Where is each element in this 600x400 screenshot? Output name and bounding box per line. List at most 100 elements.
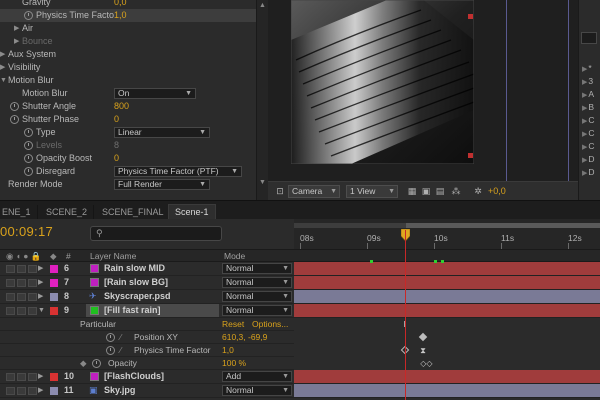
twirl-closed-icon[interactable]: ▶ xyxy=(582,92,587,99)
layer-name-cell[interactable]: [Rain slow BG] xyxy=(86,276,219,289)
property-row[interactable]: ◆ Opacity 100 % ◇◇ xyxy=(0,357,600,370)
stopwatch-icon[interactable] xyxy=(24,167,33,176)
blend-mode-dropdown[interactable]: Normal ▼ xyxy=(222,385,292,396)
property-value[interactable]: 100 % xyxy=(222,357,246,370)
info-panel-item[interactable]: ▶A xyxy=(582,88,600,101)
twirl-closed-icon[interactable]: ▶ xyxy=(38,370,43,383)
twirl-closed-icon[interactable]: ▶ xyxy=(582,66,587,73)
stopwatch-icon[interactable] xyxy=(92,359,101,368)
effect-property-row[interactable]: Shutter Angle 800 xyxy=(0,100,268,113)
effect-property-value[interactable]: 8 xyxy=(114,139,119,152)
lock-toggle[interactable] xyxy=(28,307,37,315)
blend-mode-dropdown[interactable]: Normal ▼ xyxy=(222,263,292,274)
layer-row[interactable]: ▶ 11 ▣ Sky.jpg Normal ▼ xyxy=(0,384,600,398)
twirl-closed-icon[interactable]: ▶ xyxy=(14,22,22,35)
work-area-range[interactable] xyxy=(406,223,600,228)
info-panel-item[interactable]: ▶3 xyxy=(582,75,600,88)
effect-property-row[interactable]: Opacity Boost 0 xyxy=(0,152,268,165)
blend-mode-dropdown[interactable]: Normal ▼ xyxy=(222,277,292,288)
solo-toggle[interactable] xyxy=(17,307,26,315)
keyframe-marker[interactable] xyxy=(418,332,428,342)
solo-toggle[interactable] xyxy=(17,373,26,381)
twirl-open-icon[interactable]: ▼ xyxy=(38,304,45,317)
property-row[interactable]: ⁄ Position XY 610,3, -69,9 xyxy=(0,331,600,344)
effect-property-row[interactable]: Disregard Physics Time Factor (PTF) ▼ xyxy=(0,165,268,178)
layer-label-color[interactable] xyxy=(50,265,58,273)
keyframe-marker[interactable]: ⧗ xyxy=(420,346,426,355)
effect-property-value[interactable]: 1,0 xyxy=(114,9,127,22)
video-toggle[interactable] xyxy=(6,387,15,395)
twirl-closed-icon[interactable]: ▶ xyxy=(38,384,43,397)
number-column-header[interactable]: # xyxy=(66,250,71,262)
layer-name-cell[interactable]: [Fill fast rain] xyxy=(86,304,219,317)
layer-marker[interactable] xyxy=(434,260,437,263)
effect-property-row[interactable]: Render Mode Full Render ▼ xyxy=(0,178,268,191)
twirl-closed-icon[interactable]: ▶ xyxy=(38,276,43,289)
info-panel-item[interactable]: ▶C xyxy=(582,114,600,127)
solo-toggle[interactable] xyxy=(17,293,26,301)
view-layout-dropdown[interactable]: 1 View ▼ xyxy=(346,185,398,198)
layer-duration-bar[interactable] xyxy=(294,276,600,289)
video-toggle[interactable] xyxy=(6,293,15,301)
effect-property-row[interactable]: Gravity 0,0 xyxy=(0,0,268,9)
layer-name-cell[interactable]: ✈ Skyscraper.psd xyxy=(86,290,219,303)
effect-property-dropdown[interactable]: On ▼ xyxy=(114,88,196,99)
layer-name-column-header[interactable]: Layer Name xyxy=(90,250,136,262)
info-panel-item[interactable]: ▶B xyxy=(582,101,600,114)
layer-marker[interactable] xyxy=(440,260,444,263)
effect-property-row[interactable]: ▶ Air xyxy=(0,22,268,35)
mode-column-header[interactable]: Mode xyxy=(224,250,245,262)
solo-toggle[interactable] xyxy=(17,265,26,273)
twirl-closed-icon[interactable]: ▶ xyxy=(0,48,8,61)
twirl-closed-icon[interactable]: ▶ xyxy=(0,61,8,74)
graph-editor-icon[interactable]: ⁄ xyxy=(120,331,121,344)
comp-flowchart-icon[interactable]: ⁂ xyxy=(450,186,462,197)
layer-duration-bar[interactable] xyxy=(294,262,600,275)
layer-row[interactable]: ▶ 7 [Rain slow BG] Normal ▼ xyxy=(0,276,600,290)
effect-group-row[interactable]: Particular Reset Options... I xyxy=(0,318,600,331)
stopwatch-icon[interactable] xyxy=(24,128,33,137)
composition-viewer[interactable]: ⊡ Camera ▼ 1 View ▼ ▦ ▣ ▤ ⁂ ✲ +0,0 xyxy=(268,0,578,200)
effect-property-row[interactable]: Motion Blur On ▼ xyxy=(0,87,268,100)
layer-handle-bottom-right[interactable] xyxy=(468,153,473,158)
stopwatch-icon[interactable] xyxy=(10,102,19,111)
effect-property-row[interactable]: Levels 8 xyxy=(0,139,268,152)
twirl-closed-icon[interactable]: ▶ xyxy=(582,157,587,164)
effect-property-dropdown[interactable]: Full Render ▼ xyxy=(114,179,210,190)
options-link[interactable]: Options... xyxy=(252,318,288,331)
twirl-open-icon[interactable]: ▼ xyxy=(0,74,8,87)
effect-property-row[interactable]: ▶ Aux System xyxy=(0,48,268,61)
toggle-pixel-aspect-icon[interactable]: ▦ xyxy=(406,186,418,197)
effect-property-dropdown[interactable]: Linear ▼ xyxy=(114,127,210,138)
time-ruler[interactable]: 08s 09s 10s 11s 12s xyxy=(294,219,600,249)
tab-scene-1[interactable]: Scene-1 xyxy=(168,204,216,220)
layer-row[interactable]: ▼ 9 [Fill fast rain] Normal ▼ xyxy=(0,304,600,318)
blend-mode-dropdown[interactable]: Normal ▼ xyxy=(222,291,292,302)
twirl-closed-icon[interactable]: ▶ xyxy=(582,118,587,125)
twirl-closed-icon[interactable]: ▶ xyxy=(38,262,43,275)
fast-previews-icon[interactable]: ▣ xyxy=(420,186,432,197)
lock-toggle[interactable] xyxy=(28,293,37,301)
graph-editor-icon[interactable]: ◆ xyxy=(80,357,87,370)
effect-property-value[interactable]: 0 xyxy=(114,152,119,165)
solo-toggle[interactable] xyxy=(17,387,26,395)
graph-editor-icon[interactable]: ⁄ xyxy=(120,344,121,357)
reset-link[interactable]: Reset xyxy=(222,318,244,331)
layer-label-color[interactable] xyxy=(50,373,58,381)
video-toggle[interactable] xyxy=(6,265,15,273)
scroll-up-icon[interactable]: ▲ xyxy=(259,2,266,9)
layer-label-color[interactable] xyxy=(50,307,58,315)
video-toggle[interactable] xyxy=(6,307,15,315)
layer-row[interactable]: ▶ 6 Rain slow MID Normal ▼ xyxy=(0,262,600,276)
effect-property-value[interactable]: 0,0 xyxy=(114,0,127,9)
scroll-down-icon[interactable]: ▼ xyxy=(259,179,266,186)
stopwatch-icon[interactable] xyxy=(106,333,115,342)
layer-search-input[interactable]: ⚲ xyxy=(90,226,222,241)
effect-property-row[interactable]: Physics Time Facto 1,0 xyxy=(0,9,268,22)
exposure-value[interactable]: +0,0 xyxy=(488,186,506,197)
keyframe-marker[interactable]: ◇◇ xyxy=(420,359,432,368)
current-time-indicator-line[interactable] xyxy=(405,230,407,400)
layer-name-cell[interactable]: [FlashClouds] xyxy=(86,370,219,383)
lock-toggle[interactable] xyxy=(28,279,37,287)
stopwatch-icon[interactable] xyxy=(106,346,115,355)
